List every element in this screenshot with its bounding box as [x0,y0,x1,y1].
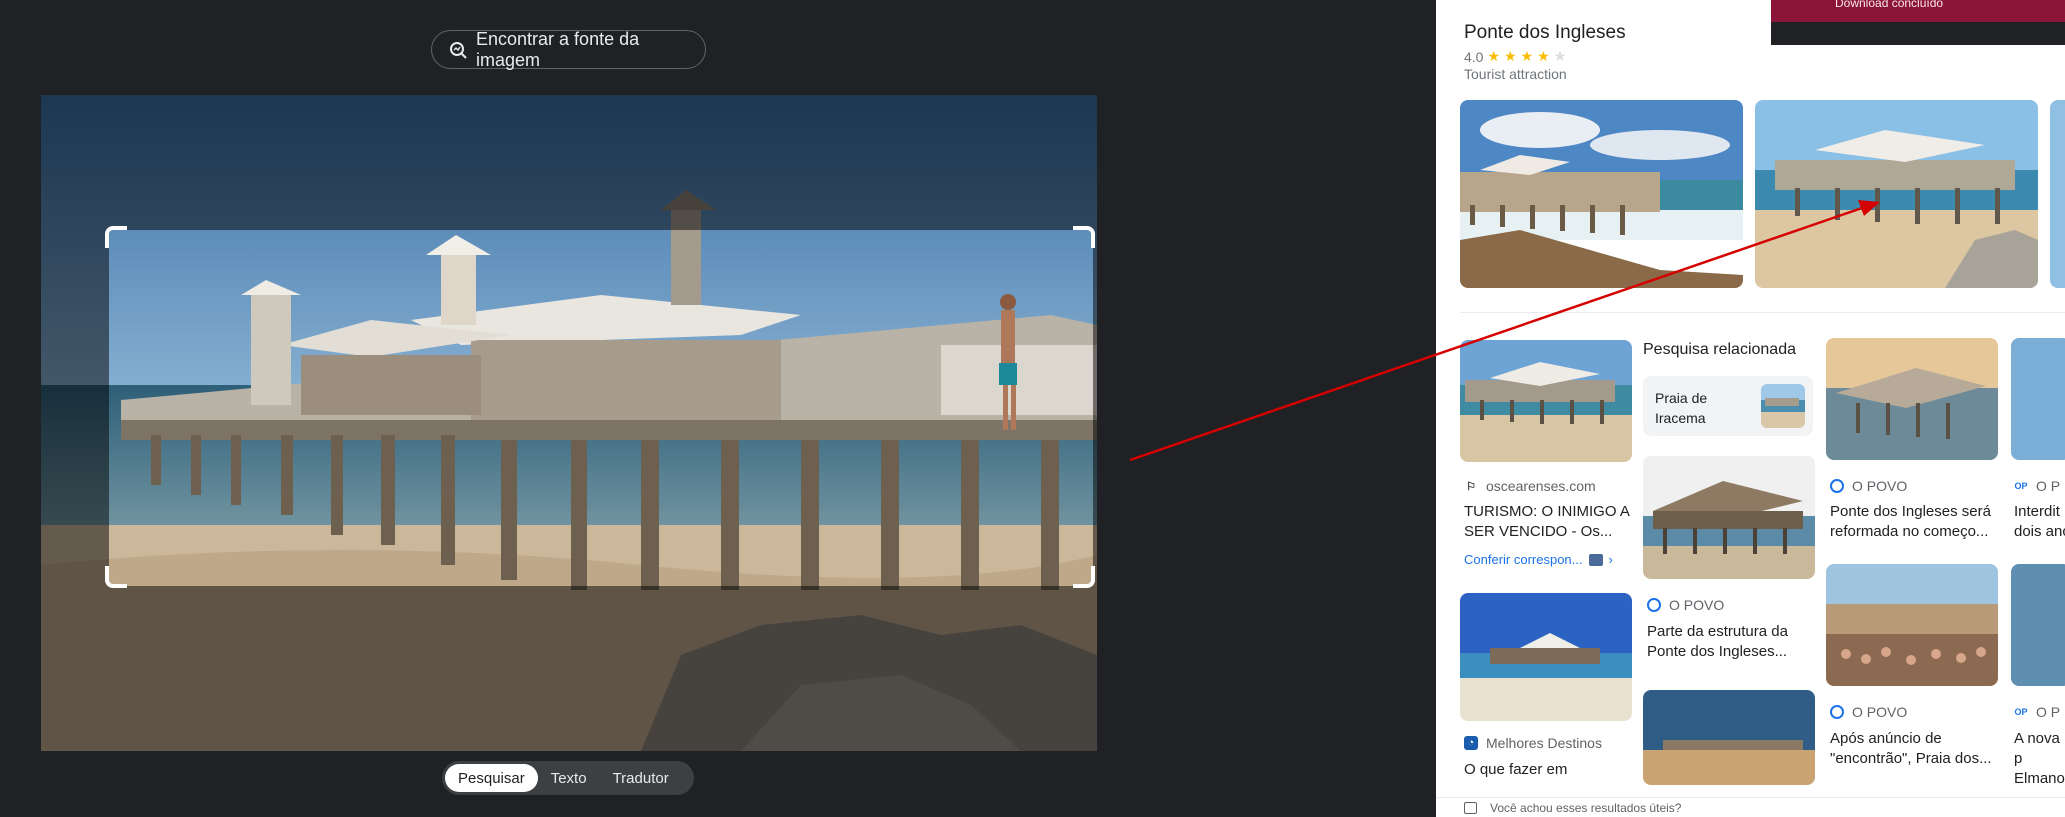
result-source-name: O P [2036,478,2061,494]
lens-image-pane: Encontrar a fonte da imagem Pesquisar Te… [0,0,1436,817]
place-type: Tourist attraction [1464,66,1567,82]
find-image-source-label: Encontrar a fonte da imagem [476,28,640,70]
feedback-bar[interactable]: Você achou esses resultados úteis? [1436,797,2065,817]
result-source[interactable]: ◔ Melhores Destinos [1464,735,1602,751]
result-source[interactable]: OP O P [2014,478,2060,494]
result-source-name: Melhores Destinos [1486,735,1602,751]
feedback-label: Você achou esses resultados úteis? [1490,801,1682,815]
crop-handle-bottom-right[interactable] [1073,566,1095,588]
download-toast[interactable]: Download concluído [1771,0,2065,45]
lens-mode-tabs: Pesquisar Texto Tradutor [442,761,694,795]
place-rating: 4.0 ★ ★ ★ ★ ★ [1464,48,1566,65]
find-image-source-button[interactable]: Encontrar a fonte da imagem [431,28,706,70]
crop-handle-bottom-left[interactable] [105,566,127,588]
result-source-name: O POVO [1852,478,1908,494]
result-title[interactable]: TURISMO: O INIMIGO A SER VENCIDO - Os... [1464,502,1634,542]
feedback-icon [1464,802,1477,814]
star-empty-icon: ★ [1553,48,1567,64]
result-image[interactable] [1460,593,1632,721]
result-source[interactable]: OP O P [2014,704,2060,720]
site-favicon-icon [1830,479,1844,493]
related-search-label: Praia de Iracema [1655,390,1708,426]
result-source-name: oscearenses.com [1486,478,1596,494]
chevron-right-icon: › [1608,552,1613,567]
result-source[interactable]: O POVO [1830,478,1907,494]
place-title[interactable]: Ponte dos Ingleses [1464,22,1626,44]
site-favicon-icon: OP [2014,481,2028,491]
site-favicon-icon [1647,598,1661,612]
star-icon: ★ [1537,48,1550,64]
related-search-thumbnail [1761,384,1805,428]
result-source[interactable]: O POVO [1830,704,1907,720]
download-toast-label: Download concluído [1771,0,2065,22]
selection-dim-top [41,95,1097,230]
result-source-name: O P [2036,704,2061,720]
result-source-name: O POVO [1669,597,1725,613]
search-image[interactable] [41,95,1097,751]
place-photo[interactable] [1460,100,1743,288]
result-image[interactable] [1826,564,1998,686]
image-search-icon [448,40,468,60]
site-favicon-icon [1830,705,1844,719]
related-search-heading: Pesquisa relacionada [1643,341,1796,358]
tab-texto[interactable]: Texto [538,764,600,792]
tab-tradutor[interactable]: Tradutor [600,764,682,792]
result-source[interactable]: ⚐ oscearenses.com [1464,478,1596,494]
star-icon: ★ [1487,48,1501,64]
result-image[interactable] [1643,690,1815,785]
result-image[interactable] [2011,564,2065,686]
site-favicon-icon: OP [2014,707,2028,717]
star-icon: ★ [1504,48,1517,64]
selection-dim-bottom [41,586,1097,751]
results-pane: Ponte dos Ingleses 4.0 ★ ★ ★ ★ ★ Tourist… [1436,0,2065,817]
result-image[interactable] [2011,338,2065,460]
site-favicon-icon: ⚐ [1466,480,1476,493]
check-matches-label: Conferir correspon... [1464,552,1583,567]
site-favicon-icon: ◔ [1464,736,1478,750]
thumbnail-icon [1588,553,1603,566]
star-icon: ★ [1520,48,1534,64]
result-title[interactable]: Ponte dos Ingleses será reformada no com… [1830,502,2002,542]
crop-handle-top-right[interactable] [1073,226,1095,248]
result-title[interactable]: Interdit dois anc [2014,502,2065,542]
place-photo[interactable] [2050,100,2065,288]
result-image[interactable] [1460,340,1632,462]
result-image[interactable] [1826,338,1998,460]
crop-handle-top-left[interactable] [105,226,127,248]
result-source-name: O POVO [1852,704,1908,720]
result-title[interactable]: Parte da estrutura da Ponte dos Ingleses… [1647,622,1817,662]
check-matches-link[interactable]: Conferir correspon... › [1464,552,1613,567]
tab-pesquisar[interactable]: Pesquisar [445,764,538,792]
selection-dim-right [1093,230,1097,586]
result-title[interactable]: O que fazer em [1464,760,1634,780]
result-source[interactable]: O POVO [1647,597,1724,613]
result-title[interactable]: A nova p Elmano [2014,729,2065,789]
selection-dim-left [41,230,109,586]
related-search-chip[interactable]: Praia de Iracema [1643,376,1813,436]
place-photo[interactable] [1755,100,2038,288]
section-divider [1460,312,2065,313]
result-title[interactable]: Após anúncio de "encontrão", Praia dos..… [1830,729,2002,769]
rating-value: 4.0 [1464,48,1484,65]
result-image[interactable] [1643,456,1815,579]
